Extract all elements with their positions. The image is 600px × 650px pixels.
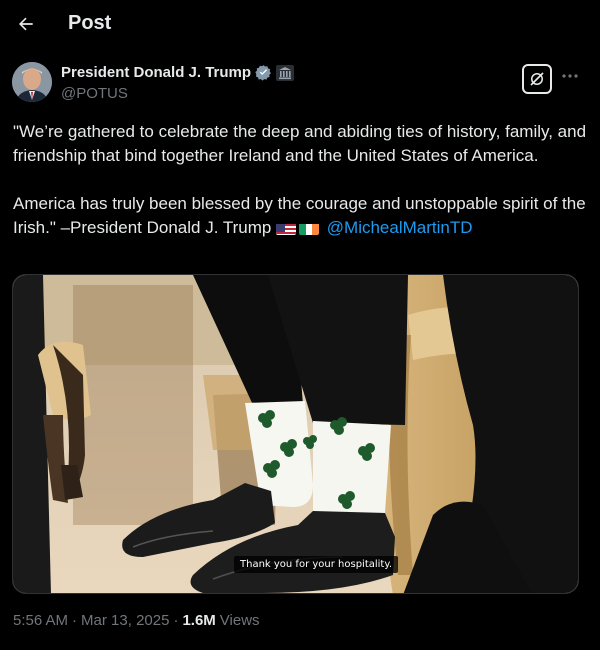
avatar[interactable] xyxy=(12,62,52,102)
tweet-time[interactable]: 5:56 AM xyxy=(13,612,68,629)
grok-icon xyxy=(530,72,544,86)
verified-badge-icon xyxy=(255,65,271,81)
author-display-name[interactable]: President Donald J. Trump xyxy=(61,64,251,81)
views-count: 1.6M xyxy=(182,612,216,629)
tweet-text: "We’re gathered to celebrate the deep an… xyxy=(13,120,588,240)
ireland-flag-icon xyxy=(299,221,320,235)
us-flag-icon xyxy=(276,221,297,235)
tweet-date[interactable]: Mar 13, 2025 xyxy=(81,612,169,629)
photo-socks-illustration xyxy=(13,275,578,593)
views-label: Views xyxy=(219,612,260,629)
tweet-image[interactable]: Thank you for your hospitality. xyxy=(12,274,579,594)
government-building-icon xyxy=(276,64,295,81)
more-button[interactable] xyxy=(560,66,580,86)
mention-link[interactable]: @MichealMartinTD xyxy=(327,218,473,237)
meta-separator-2: · xyxy=(173,612,179,629)
video-caption: Thank you for your hospitality. xyxy=(234,556,399,573)
page-title: Post xyxy=(68,12,112,34)
tweet-paragraph-2: America has truly been blessed by the co… xyxy=(13,192,588,240)
tweet-paragraph-1: "We’re gathered to celebrate the deep an… xyxy=(13,122,587,165)
more-icon xyxy=(562,74,578,78)
grok-button[interactable] xyxy=(522,64,552,94)
author-handle[interactable]: @POTUS xyxy=(61,85,128,102)
meta-separator-1: · xyxy=(72,612,78,629)
tweet-header: President Donald J. Trump @POTUS xyxy=(0,56,600,112)
top-bar: Post xyxy=(0,0,600,50)
back-button[interactable] xyxy=(10,8,42,40)
tweet-meta: 5:56 AM · Mar 13, 2025 · 1.6M Views xyxy=(13,612,260,629)
back-arrow-icon xyxy=(19,17,33,31)
